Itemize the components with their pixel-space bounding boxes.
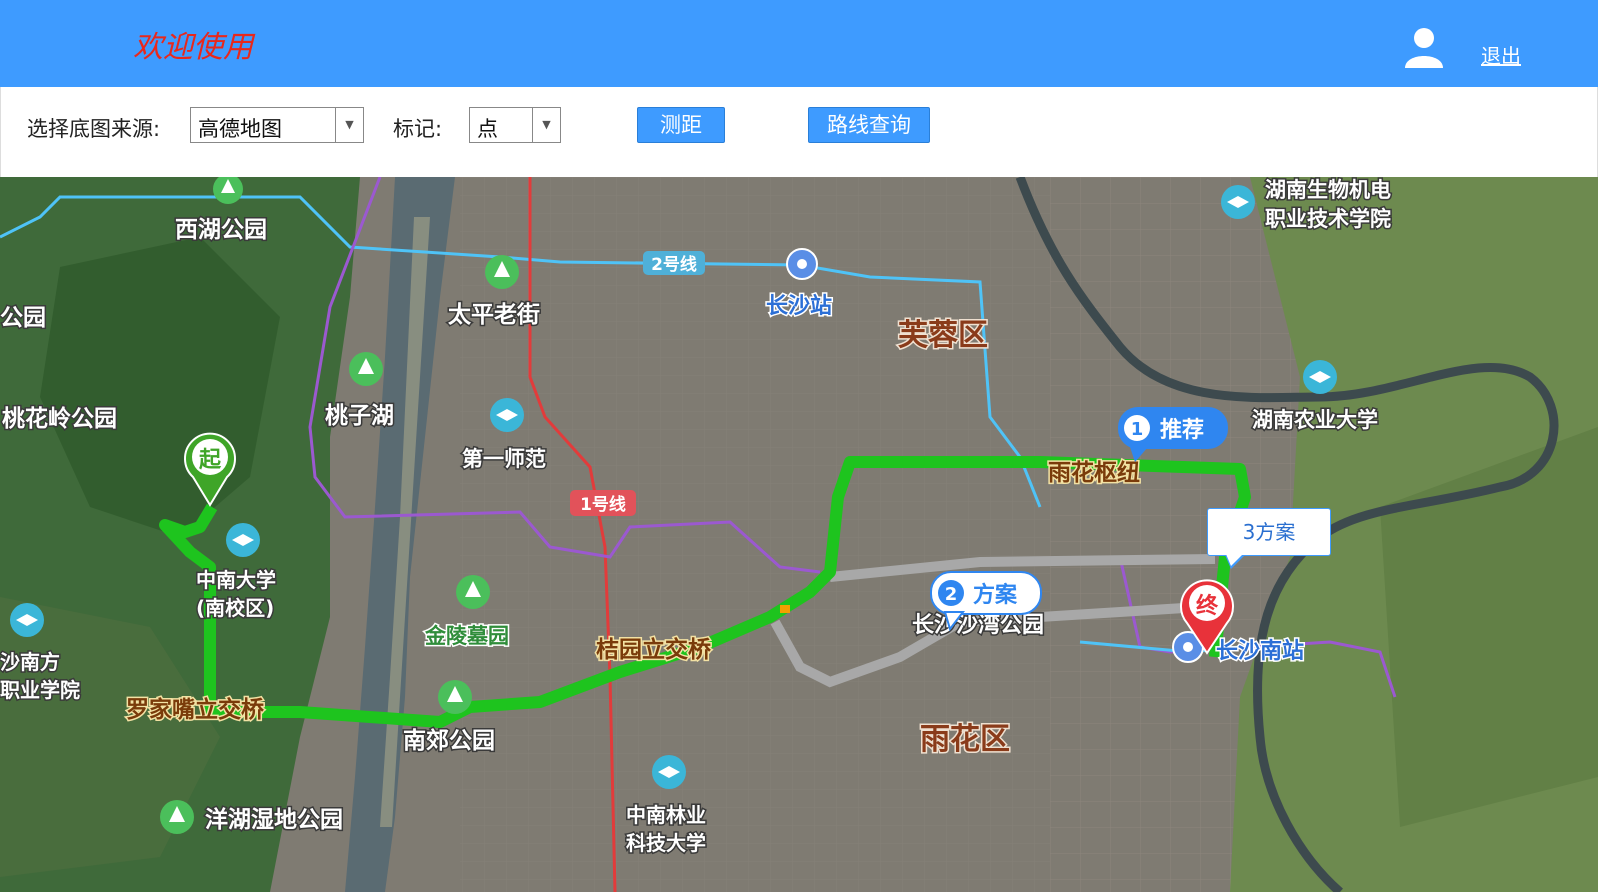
chevron-down-icon[interactable]: ▼ bbox=[335, 108, 363, 142]
congestion-segment bbox=[780, 605, 790, 613]
place-label: 第一师范 bbox=[462, 447, 546, 471]
satellite-map[interactable]: 2号线 1号线 西湖公园 太平老街 长沙站 湖南生物机电 职业技术学院 公园 芙… bbox=[0, 177, 1598, 892]
school-icon[interactable] bbox=[490, 398, 524, 432]
urban-grid bbox=[460, 177, 1050, 892]
map-text: 1号线 bbox=[580, 494, 626, 515]
metro-line-1-badge: 1号线 bbox=[570, 490, 636, 516]
school-icon[interactable] bbox=[10, 603, 44, 637]
chevron-down-icon[interactable]: ▼ bbox=[532, 108, 560, 142]
measure-distance-button[interactable]: 测距 bbox=[637, 107, 725, 143]
bridge-label: 桔园立交桥 bbox=[596, 636, 712, 663]
place-label: 桃子湖 bbox=[325, 403, 394, 429]
park-icon[interactable] bbox=[485, 255, 519, 289]
place-label: 桃花岭公园 bbox=[2, 405, 117, 432]
bridge-label: 罗家嘴立交桥 bbox=[126, 696, 265, 723]
map-toolbar: 选择底图来源: 高德地图 ▼ 标记: 点 ▼ 测距 路线查询 bbox=[0, 87, 1598, 177]
train-station-icon[interactable] bbox=[786, 248, 818, 280]
map-text: 2 bbox=[945, 584, 958, 605]
place-label: 科技大学 bbox=[626, 831, 706, 855]
place-label: 湖南生物机电 bbox=[1265, 178, 1391, 202]
route-plan-3-callout-tail bbox=[1226, 554, 1243, 566]
basemap-source-value: 高德地图 bbox=[198, 117, 282, 141]
school-icon[interactable] bbox=[226, 523, 260, 557]
place-label: 长沙沙湾公园 bbox=[912, 612, 1044, 638]
route-query-button[interactable]: 路线查询 bbox=[808, 107, 930, 143]
map-text: 起 bbox=[198, 448, 222, 473]
place-label: 太平老街 bbox=[448, 301, 540, 328]
basemap-source-select[interactable]: 高德地图 ▼ bbox=[190, 107, 364, 143]
route-plan-3-callout[interactable]: 3方案 bbox=[1207, 508, 1331, 556]
station-label: 长沙站 bbox=[766, 294, 832, 319]
school-icon[interactable] bbox=[1303, 360, 1337, 394]
metro-line-2-badge: 2号线 bbox=[643, 251, 705, 275]
place-label: 湖南农业大学 bbox=[1252, 408, 1378, 432]
bridge-label: 雨花枢纽 bbox=[1048, 459, 1140, 486]
mark-type-value: 点 bbox=[477, 117, 498, 141]
map-text: 2号线 bbox=[651, 254, 697, 275]
map-text: 终 bbox=[1196, 593, 1219, 619]
park-icon[interactable] bbox=[349, 352, 383, 386]
place-label: 公园 bbox=[0, 305, 46, 331]
park-icon[interactable] bbox=[456, 575, 490, 609]
school-icon[interactable] bbox=[652, 755, 686, 789]
logout-link[interactable]: 退出 bbox=[1481, 40, 1521, 69]
welcome-title: 欢迎使用 bbox=[133, 30, 253, 65]
district-label: 雨花区 bbox=[920, 722, 1010, 757]
place-label: 沙南方 bbox=[0, 650, 60, 674]
map-canvas[interactable]: 2号线 1号线 西湖公园 太平老街 长沙站 湖南生物机电 职业技术学院 公园 芙… bbox=[0, 177, 1598, 892]
place-label: 南郊公园 bbox=[403, 728, 495, 754]
map-text: 1 bbox=[1131, 419, 1144, 440]
park-label: 金陵墓园 bbox=[424, 624, 509, 648]
mark-label: 标记: bbox=[393, 117, 443, 141]
park-icon[interactable] bbox=[438, 680, 472, 714]
place-label: 西湖公园 bbox=[175, 217, 267, 243]
district-label: 芙蓉区 bbox=[898, 318, 988, 353]
park-icon[interactable] bbox=[160, 800, 194, 834]
user-icon[interactable] bbox=[1404, 26, 1444, 68]
station-label: 长沙南站 bbox=[1216, 639, 1304, 664]
mark-type-select[interactable]: 点 ▼ bbox=[469, 107, 561, 143]
school-icon[interactable] bbox=[1221, 185, 1255, 219]
place-label: 职业技术学院 bbox=[1265, 207, 1391, 231]
top-header: 欢迎使用 退出 bbox=[0, 0, 1598, 87]
basemap-source-label: 选择底图来源: bbox=[27, 117, 161, 141]
place-label: 中南林业 bbox=[626, 803, 706, 827]
place-label: 职业学院 bbox=[0, 678, 80, 702]
place-label: 洋湖湿地公园 bbox=[205, 806, 343, 833]
place-label: 中南大学 bbox=[196, 568, 276, 592]
map-text: 推荐 bbox=[1160, 417, 1204, 443]
map-text: 方案 bbox=[973, 582, 1018, 608]
place-label: (南校区) bbox=[196, 596, 274, 620]
